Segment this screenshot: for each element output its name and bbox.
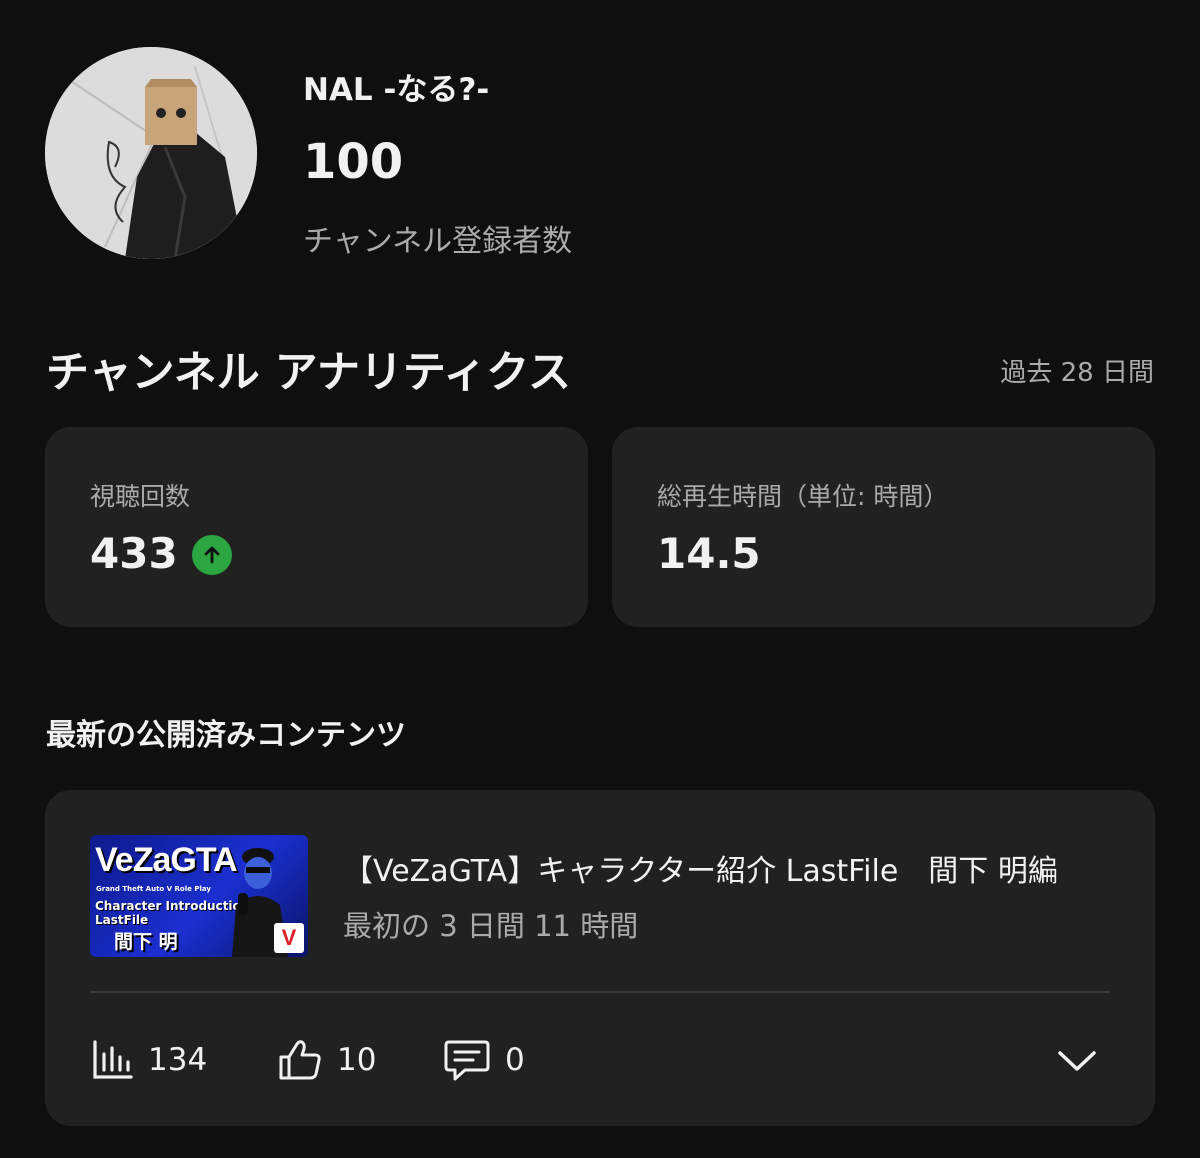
- views-card[interactable]: 視聴回数 433: [45, 427, 588, 627]
- views-label: 視聴回数: [90, 482, 191, 511]
- video-likes-stat[interactable]: 10: [277, 1038, 376, 1082]
- subscriber-count: 100: [303, 134, 404, 190]
- analytics-title: チャンネル アナリティクス: [46, 348, 571, 398]
- subscriber-label: チャンネル登録者数: [303, 224, 573, 259]
- watch-time-card[interactable]: 総再生時間（単位: 時間） 14.5: [612, 427, 1155, 627]
- latest-content-card[interactable]: VeZaGTA Grand Theft Auto V Role Play Cha…: [45, 790, 1155, 1126]
- latest-content-title: 最新の公開済みコンテンツ: [46, 718, 406, 753]
- avatar-image: [45, 47, 257, 259]
- chevron-down-icon: [1058, 1051, 1096, 1071]
- thumbnail-line1: Grand Theft Auto V Role Play: [96, 885, 211, 893]
- watch-time-label: 総再生時間（単位: 時間）: [657, 482, 949, 511]
- thumbnail-line3: LastFile: [95, 913, 149, 927]
- thumbnail-badge: V: [274, 923, 304, 953]
- expand-button[interactable]: [1055, 1043, 1099, 1079]
- arrow-up-icon: [192, 535, 232, 575]
- comment-icon: [444, 1040, 490, 1081]
- analytics-period[interactable]: 過去 28 日間: [1000, 352, 1154, 389]
- watch-time-value: 14.5: [657, 529, 761, 578]
- thumbs-up-icon: [279, 1040, 321, 1080]
- bar-chart-icon: [93, 1040, 133, 1079]
- video-thumbnail[interactable]: VeZaGTA Grand Theft Auto V Role Play Cha…: [90, 835, 308, 957]
- video-views-stat[interactable]: 134: [90, 1038, 207, 1082]
- divider: [90, 991, 1110, 993]
- video-title[interactable]: 【VeZaGTA】キャラクター紹介 LastFile 間下 明編: [343, 846, 1058, 890]
- comments-count: 0: [505, 1042, 525, 1078]
- video-subtitle: 最初の 3 日間 11 時間: [343, 909, 639, 943]
- thumbnail-logo-text: VeZaGTA: [95, 841, 238, 879]
- channel-avatar[interactable]: [45, 47, 257, 259]
- views-count: 134: [148, 1042, 208, 1078]
- likes-count: 10: [337, 1042, 377, 1078]
- video-comments-stat[interactable]: 0: [443, 1038, 525, 1082]
- views-value: 433: [90, 529, 178, 578]
- thumbnail-name: 間下 明: [114, 931, 178, 953]
- channel-name: NAL -なる?-: [303, 72, 490, 108]
